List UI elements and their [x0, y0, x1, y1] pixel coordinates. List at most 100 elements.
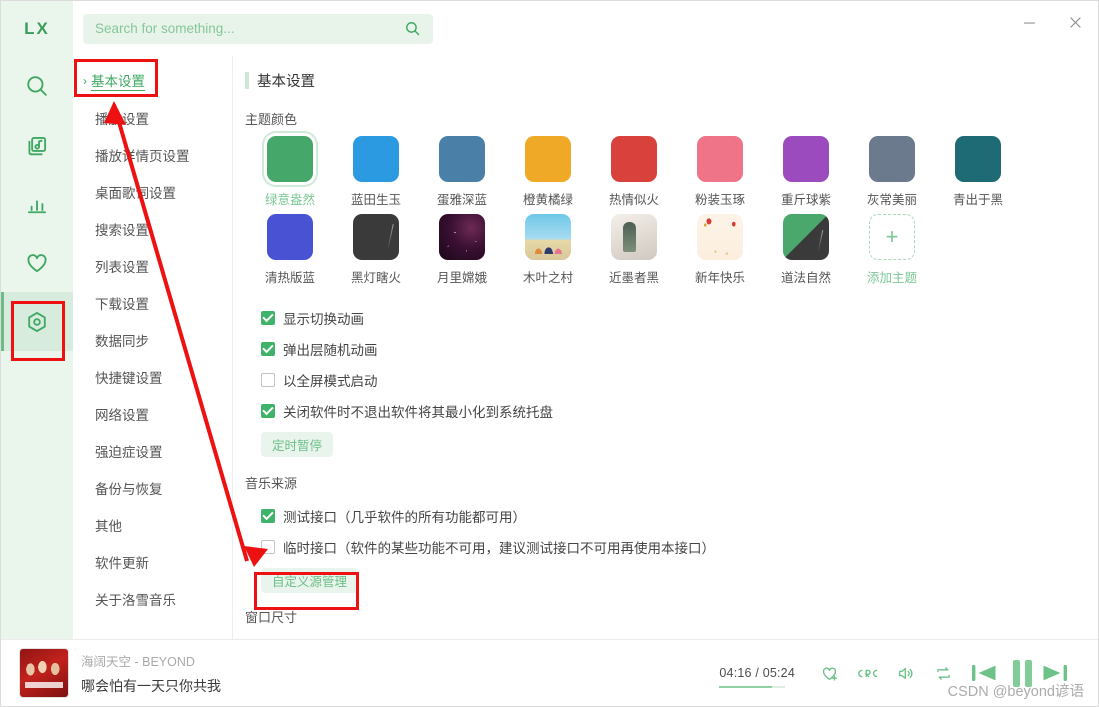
add-theme-button[interactable]: + 添加主题	[849, 214, 935, 286]
theme-swatch-red[interactable]: 热情似火	[591, 136, 677, 208]
settings-nav-item-ocd[interactable]: 强迫症设置	[73, 432, 232, 469]
nav-item-label: 桌面歌词设置	[95, 185, 176, 201]
swatch-color	[697, 136, 743, 182]
track-info: 海阔天空 - BEYOND 哪会怕有一天只你共我	[81, 651, 221, 696]
settings-icon	[24, 309, 50, 335]
minimize-button[interactable]	[1006, 1, 1052, 43]
player-controls: 04:16 / 05:24	[719, 654, 1080, 692]
theme-swatch-pink[interactable]: 粉装玉琢	[677, 136, 763, 208]
swatch-color	[783, 136, 829, 182]
album-cover[interactable]	[19, 648, 69, 698]
next-icon[interactable]	[1036, 654, 1074, 692]
checkbox[interactable]	[261, 539, 275, 554]
theme-swatch-green[interactable]: 绿意盎然	[247, 136, 333, 208]
rail-item-favorites[interactable]	[1, 233, 73, 292]
theme-label: 道法自然	[780, 271, 831, 285]
swatch-color	[955, 136, 1001, 182]
swatch-image	[525, 214, 571, 260]
option-fullscreen-start[interactable]: 以全屏模式启动	[261, 364, 1098, 395]
settings-nav-item-playback[interactable]: 播放设置	[73, 99, 232, 136]
previous-icon[interactable]	[965, 654, 1003, 692]
theme-swatch-blue[interactable]: 蓝田生玉	[333, 136, 419, 208]
theme-swatch-purple[interactable]: 重斤球紫	[763, 136, 849, 208]
settings-nav-item-hotkeys[interactable]: 快捷键设置	[73, 358, 232, 395]
option-label: 以全屏模式启动	[283, 373, 378, 389]
settings-nav-item-sync[interactable]: 数据同步	[73, 321, 232, 358]
music-source-options: 测试接口（几乎软件的所有功能都可用） 临时接口（软件的某些功能不可用，建议测试接…	[261, 500, 1098, 593]
checkbox[interactable]	[261, 403, 275, 418]
repeat-icon[interactable]	[927, 657, 959, 689]
rail-item-library[interactable]	[1, 115, 73, 174]
theme-swatch-village[interactable]: 木叶之村	[505, 214, 591, 286]
search-input[interactable]	[95, 21, 404, 36]
settings-nav-item-about[interactable]: 关于洛雪音乐	[73, 580, 232, 617]
theme-swatch-moon[interactable]: 月里嫦娥	[419, 214, 505, 286]
nav-item-label: 下载设置	[95, 296, 149, 312]
theme-swatch-orange[interactable]: 橙黄橘绿	[505, 136, 591, 208]
plus-icon: +	[869, 214, 915, 260]
theme-label: 木叶之村	[522, 271, 573, 285]
theme-grid: 绿意盎然 蓝田生玉 蛋雅深蓝 橙黄橘绿 热情似火 粉装玉琢 重斤球紫 灰常美丽 …	[245, 136, 1098, 286]
settings-nav-item-update[interactable]: 软件更新	[73, 543, 232, 580]
settings-nav-item-network[interactable]: 网络设置	[73, 395, 232, 432]
source-option-temp-api[interactable]: 临时接口（软件的某些功能不可用，建议测试接口不可用再使用本接口）	[261, 531, 1098, 562]
option-label: 关闭软件时不退出软件将其最小化到系统托盘	[283, 404, 553, 420]
window-body: LX Search for something... › 基本设置 播放设置 播…	[1, 1, 1098, 639]
theme-label: 新年快乐	[694, 271, 745, 285]
nav-item-label: 基本设置	[91, 70, 145, 91]
rail-item-search[interactable]	[1, 56, 73, 115]
lyrics-icon[interactable]	[851, 657, 883, 689]
favorite-icon[interactable]	[813, 657, 845, 689]
option-popup-animation[interactable]: 弹出层随机动画	[261, 333, 1098, 364]
settings-content: › 基本设置 播放设置 播放详情页设置 桌面歌词设置 搜索设置 列表设置 下载设…	[73, 56, 1098, 639]
theme-swatch-deepblue[interactable]: 蛋雅深蓝	[419, 136, 505, 208]
title-accent-bar	[245, 72, 249, 89]
theme-swatch-teal[interactable]: 青出于黑	[935, 136, 1021, 208]
pause-icon[interactable]	[1013, 659, 1032, 687]
nav-item-label: 关于洛雪音乐	[95, 592, 176, 608]
theme-swatch-darkroom[interactable]: 黑灯瞎火	[333, 214, 419, 286]
option-switch-animation[interactable]: 显示切换动画	[261, 302, 1098, 333]
swatch-color	[353, 136, 399, 182]
theme-swatch-newyear[interactable]: 新年快乐	[677, 214, 763, 286]
rail-item-settings[interactable]	[1, 292, 73, 351]
search-submit-icon[interactable]	[404, 20, 421, 37]
settings-nav-item-search[interactable]: 搜索设置	[73, 210, 232, 247]
source-option-test-api[interactable]: 测试接口（几乎软件的所有功能都可用）	[261, 500, 1098, 531]
checkbox[interactable]	[261, 310, 275, 325]
theme-section-label: 主题颜色	[245, 112, 298, 127]
rail-item-chart[interactable]	[1, 174, 73, 233]
app-logo: LX	[24, 18, 50, 38]
settings-nav-item-download[interactable]: 下载设置	[73, 284, 232, 321]
swatch-image	[783, 214, 829, 260]
settings-nav-item-basic[interactable]: › 基本设置	[73, 62, 232, 99]
theme-label: 灰常美丽	[866, 193, 917, 207]
checkbox[interactable]	[261, 372, 275, 387]
theme-swatch-tao[interactable]: 道法自然	[763, 214, 849, 286]
nav-item-label: 播放设置	[95, 111, 149, 127]
progress-bar[interactable]	[719, 686, 785, 688]
settings-nav-item-list[interactable]: 列表设置	[73, 247, 232, 284]
theme-swatch-gray[interactable]: 灰常美丽	[849, 136, 935, 208]
theme-label: 近墨者黑	[608, 271, 659, 285]
settings-nav-item-backup[interactable]: 备份与恢复	[73, 469, 232, 506]
checkbox[interactable]	[261, 508, 275, 523]
option-minimize-to-tray[interactable]: 关闭软件时不退出软件将其最小化到系统托盘	[261, 395, 1098, 426]
timer-pause-button[interactable]: 定时暂停	[261, 432, 334, 457]
settings-nav-item-playdetail[interactable]: 播放详情页设置	[73, 136, 232, 173]
nav-item-label: 搜索设置	[95, 222, 149, 238]
theme-label: 添加主题	[866, 271, 917, 285]
checkbox[interactable]	[261, 341, 275, 356]
theme-swatch-indigo[interactable]: 清热版蓝	[247, 214, 333, 286]
close-button[interactable]	[1052, 1, 1098, 43]
swatch-color	[611, 136, 657, 182]
theme-swatch-ink[interactable]: 近墨者黑	[591, 214, 677, 286]
window-size-label: 窗口尺寸	[245, 610, 298, 625]
nav-item-label: 其他	[95, 518, 122, 534]
volume-icon[interactable]	[889, 657, 921, 689]
search-box[interactable]	[83, 13, 433, 44]
music-source-label: 音乐来源	[245, 476, 298, 491]
custom-source-manage-button[interactable]: 自定义源管理	[261, 568, 359, 593]
settings-nav-item-desktop-lyrics[interactable]: 桌面歌词设置	[73, 173, 232, 210]
settings-nav-item-other[interactable]: 其他	[73, 506, 232, 543]
